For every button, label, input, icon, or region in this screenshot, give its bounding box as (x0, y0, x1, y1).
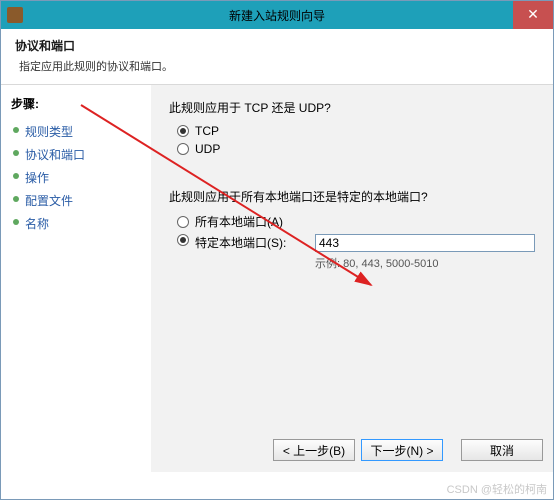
window-title: 新建入站规则向导 (1, 7, 553, 24)
specific-ports-label: 特定本地端口(S): (195, 234, 315, 251)
question-ports: 此规则应用于所有本地端口还是特定的本地端口? (169, 188, 535, 205)
content-pane: 此规则应用于 TCP 还是 UDP? TCP UDP 此规则应用于所有本地端口还… (151, 85, 553, 472)
header-title: 协议和端口 (15, 37, 539, 54)
step-protocol-ports[interactable]: 协议和端口 (11, 143, 151, 166)
wizard-window: 新建入站规则向导 ✕ 协议和端口 指定应用此规则的协议和端口。 步骤: 规则类型… (0, 0, 554, 500)
next-button[interactable]: 下一步(N) > (361, 439, 443, 461)
titlebar: 新建入站规则向导 ✕ (1, 1, 553, 29)
close-button[interactable]: ✕ (513, 1, 553, 29)
steps-label: 步骤: (11, 95, 151, 112)
udp-radio[interactable] (177, 143, 189, 155)
udp-label: UDP (195, 142, 220, 156)
port-hint: 示例: 80, 443, 5000-5010 (315, 255, 535, 271)
all-ports-label: 所有本地端口(A) (195, 213, 283, 230)
header-subtitle: 指定应用此规则的协议和端口。 (19, 58, 539, 74)
specific-ports-radio[interactable] (177, 234, 189, 246)
tcp-label: TCP (195, 124, 219, 138)
tcp-radio[interactable] (177, 125, 189, 137)
specific-ports-option: 特定本地端口(S): 示例: 80, 443, 5000-5010 (177, 234, 535, 271)
steps-sidebar: 步骤: 规则类型 协议和端口 操作 配置文件 名称 (1, 85, 151, 472)
all-ports-option[interactable]: 所有本地端口(A) (177, 213, 535, 230)
port-input[interactable] (315, 234, 535, 252)
step-name[interactable]: 名称 (11, 212, 151, 235)
footer: < 上一步(B) 下一步(N) > 取消 (151, 428, 553, 472)
step-profile[interactable]: 配置文件 (11, 189, 151, 212)
watermark: CSDN @轻松的柯南 (447, 481, 547, 497)
all-ports-radio[interactable] (177, 216, 189, 228)
back-button[interactable]: < 上一步(B) (273, 439, 355, 461)
cancel-button[interactable]: 取消 (461, 439, 543, 461)
tcp-option[interactable]: TCP (177, 124, 535, 138)
wizard-body: 步骤: 规则类型 协议和端口 操作 配置文件 名称 此规则应用于 TCP 还是 … (1, 85, 553, 472)
wizard-header: 协议和端口 指定应用此规则的协议和端口。 (1, 29, 553, 85)
step-rule-type[interactable]: 规则类型 (11, 120, 151, 143)
udp-option[interactable]: UDP (177, 142, 535, 156)
step-action[interactable]: 操作 (11, 166, 151, 189)
question-protocol: 此规则应用于 TCP 还是 UDP? (169, 99, 535, 116)
